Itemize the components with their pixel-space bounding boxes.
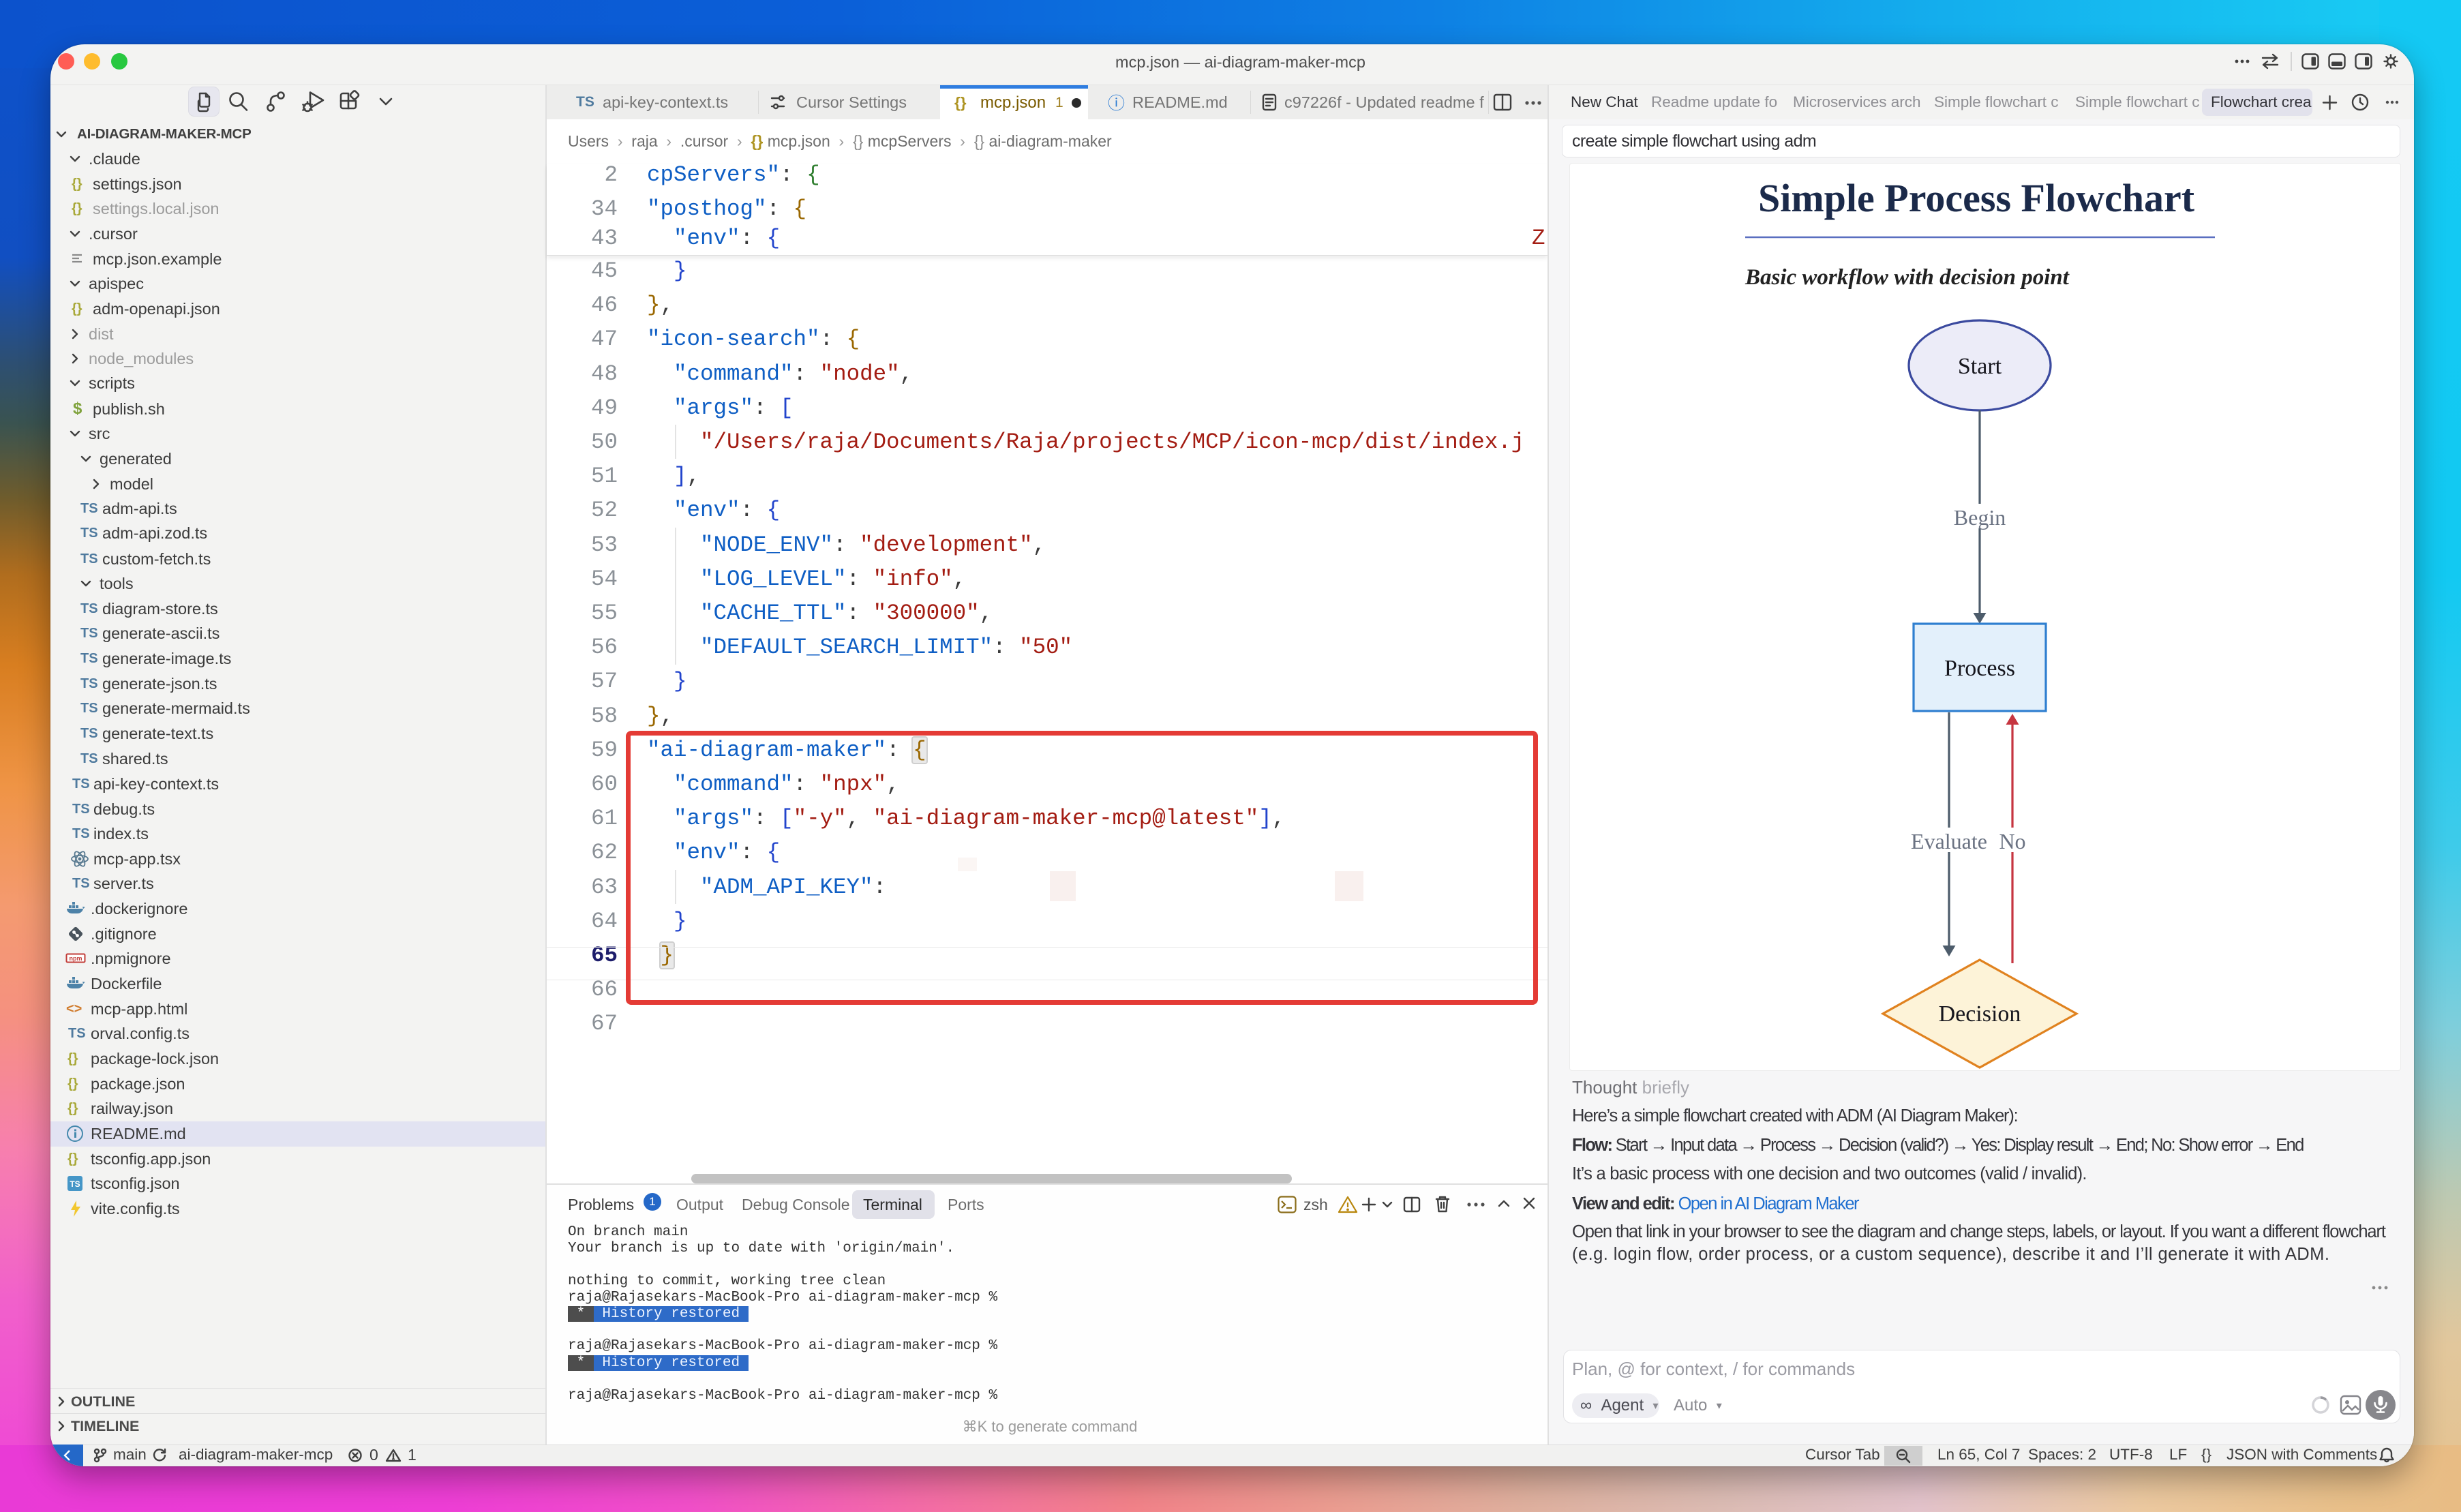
svg-text:No: No [1999,829,2025,853]
svg-text:Process: Process [1944,656,2015,681]
svg-text:Decision: Decision [1939,1001,2021,1027]
svg-text:TS: TS [70,1179,80,1189]
svg-text:Basic workflow with decision p: Basic workflow with decision point [1745,265,2070,290]
svg-text:npm: npm [70,955,82,962]
svg-text:Evaluate: Evaluate [1911,829,1987,853]
svg-text:Begin: Begin [1954,505,2006,530]
svg-text:Start: Start [1958,354,2002,379]
svg-text:Simple Process Flowchart: Simple Process Flowchart [1758,176,2195,220]
